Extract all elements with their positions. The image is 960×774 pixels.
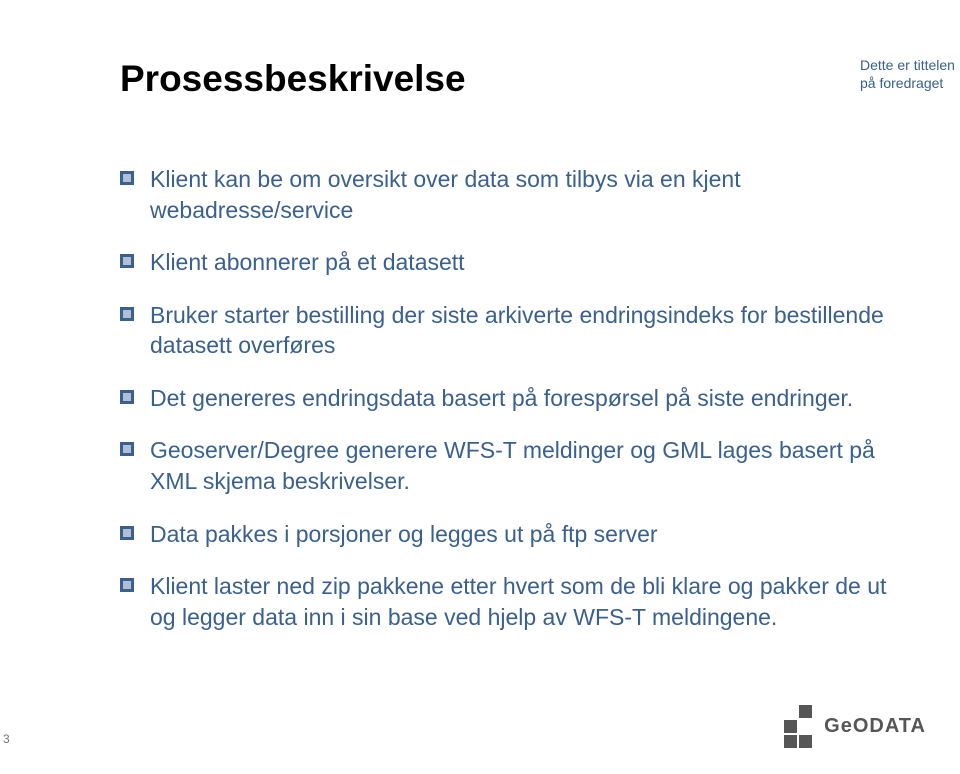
page-number: 3 bbox=[3, 732, 10, 746]
logo-mark-icon bbox=[784, 705, 812, 748]
bullet-marker-icon bbox=[120, 390, 134, 404]
bullet-text: Det genereres endringsdata basert på for… bbox=[150, 385, 853, 411]
bullet-marker-icon bbox=[120, 442, 134, 456]
bullet-item: Data pakkes i porsjoner og legges ut på … bbox=[120, 519, 910, 550]
bullet-marker-icon bbox=[120, 254, 134, 268]
bullet-item: Bruker starter bestilling der siste arki… bbox=[120, 300, 910, 361]
bullet-text: Data pakkes i porsjoner og legges ut på … bbox=[150, 521, 658, 547]
bullet-item: Klient kan be om oversikt over data som … bbox=[120, 164, 910, 225]
slide-title: Prosessbeskrivelse bbox=[120, 58, 910, 100]
bullet-item: Geoserver/Degree generere WFS-T meldinge… bbox=[120, 435, 910, 496]
bullet-list: Klient kan be om oversikt over data som … bbox=[120, 164, 910, 632]
bullet-text: Geoserver/Degree generere WFS-T meldinge… bbox=[150, 437, 875, 494]
bullet-item: Klient abonnerer på et datasett bbox=[120, 247, 910, 278]
bullet-marker-icon bbox=[120, 171, 134, 185]
bullet-text: Bruker starter bestilling der siste arki… bbox=[150, 302, 884, 359]
header-note: Dette er tittelen på foredraget bbox=[860, 56, 960, 92]
header-note-line-2: på foredraget bbox=[860, 75, 943, 91]
bullet-text: Klient laster ned zip pakkene etter hver… bbox=[150, 573, 886, 630]
bullet-item: Det genereres endringsdata basert på for… bbox=[120, 383, 910, 414]
logo-text: GeODATA bbox=[824, 715, 926, 738]
bullet-text: Klient abonnerer på et datasett bbox=[150, 249, 465, 275]
bullet-item: Klient laster ned zip pakkene etter hver… bbox=[120, 571, 910, 632]
header-note-line-1: Dette er tittelen bbox=[860, 57, 955, 73]
bullet-marker-icon bbox=[120, 307, 134, 321]
bullet-marker-icon bbox=[120, 526, 134, 540]
logo: GeODATA bbox=[784, 705, 926, 748]
bullet-marker-icon bbox=[120, 578, 134, 592]
bullet-text: Klient kan be om oversikt over data som … bbox=[150, 166, 741, 223]
slide: Prosessbeskrivelse Dette er tittelen på … bbox=[0, 0, 960, 774]
